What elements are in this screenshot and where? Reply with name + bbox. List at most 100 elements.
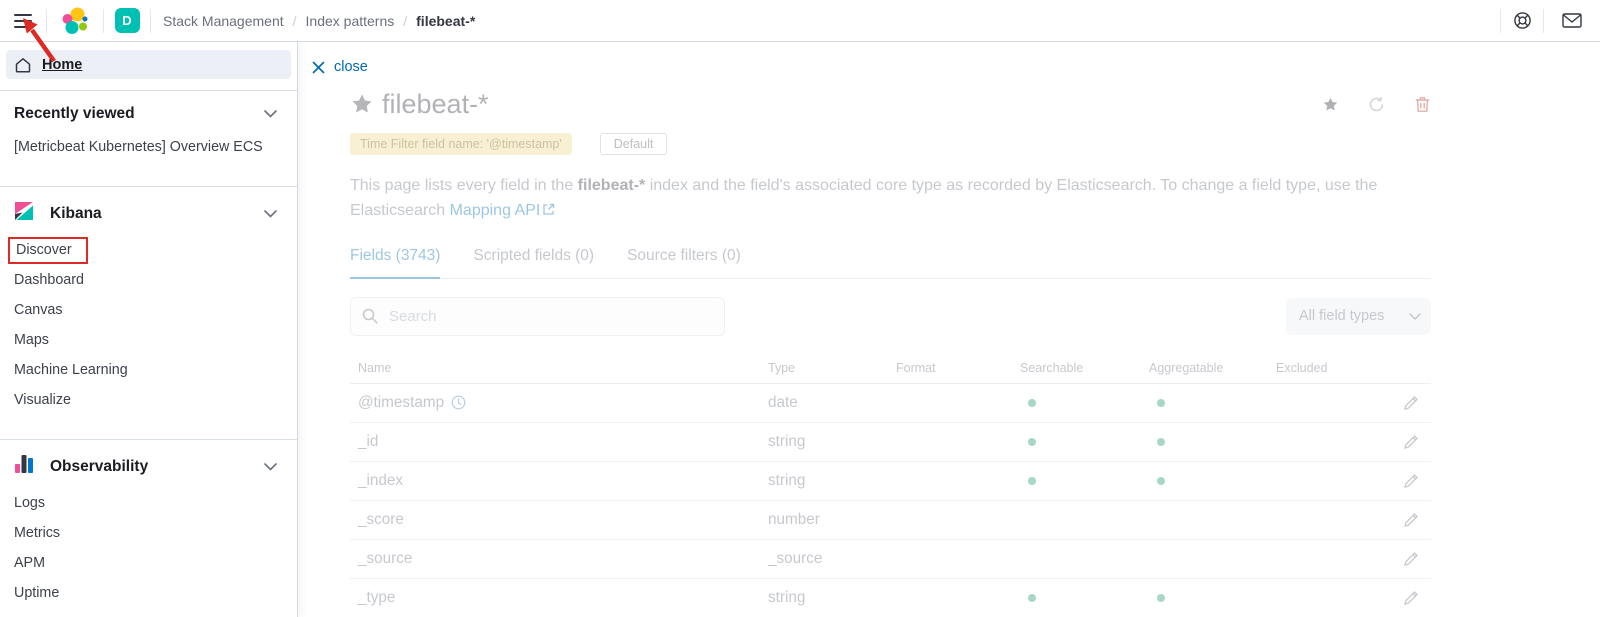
table-row: _source_source	[350, 540, 1431, 579]
field-name: _type	[350, 589, 760, 607]
envelope-icon	[1562, 13, 1582, 28]
field-type: string	[760, 472, 888, 490]
observability-logo	[14, 454, 34, 474]
edit-icon	[1403, 512, 1419, 528]
enabled-dot-icon	[1028, 399, 1036, 407]
table-row: _idstring	[350, 423, 1431, 462]
newsfeed-button[interactable]	[1544, 0, 1600, 41]
edit-icon	[1403, 473, 1419, 489]
edit-field-button[interactable]	[1402, 433, 1419, 450]
sidebar-item-maps[interactable]: Maps	[14, 325, 277, 355]
close-label: close	[334, 59, 368, 75]
sidebar-item-dashboard[interactable]: Dashboard	[14, 265, 277, 295]
set-default-button[interactable]	[1322, 96, 1339, 113]
sidebar-item-metricbeat-kubernetes-overview-ecs[interactable]: [Metricbeat Kubernetes] Overview ECS	[14, 132, 277, 162]
external-link-icon	[542, 203, 555, 216]
sidebar-item-visualize[interactable]: Visualize	[14, 385, 277, 415]
breadcrumb-item[interactable]: Index patterns	[306, 13, 395, 29]
column-header-aggregatable: Aggregatable	[1141, 361, 1268, 375]
sidebar-item-home[interactable]: Home	[6, 50, 291, 79]
sidebar-section: Recently viewed [Metricbeat Kubernetes] …	[0, 91, 297, 175]
delete-pattern-button[interactable]	[1414, 96, 1431, 113]
sidebar-section-title: Kibana	[50, 205, 248, 223]
table-row: _typestring	[350, 579, 1431, 617]
menu-toggle-button[interactable]	[0, 0, 46, 41]
tab-scripted[interactable]: Scripted fields (0)	[473, 247, 594, 278]
column-header-excluded: Excluded	[1268, 361, 1368, 375]
navigation-flyout: Home Recently viewed [Metricbeat Kuberne…	[0, 42, 298, 617]
searchable-indicator	[1012, 594, 1141, 602]
field-type: string	[760, 589, 888, 607]
tab-fields[interactable]: Fields (3743)	[350, 247, 440, 279]
close-button[interactable]: close	[312, 59, 368, 75]
sidebar-item-canvas[interactable]: Canvas	[14, 295, 277, 325]
chevron-down-icon[interactable]	[264, 110, 277, 118]
sidebar-item-machine-learning[interactable]: Machine Learning	[14, 355, 277, 385]
edit-field-button[interactable]	[1402, 550, 1419, 567]
sidebar-item-apm[interactable]: APM	[14, 548, 277, 578]
searchable-indicator	[1012, 438, 1141, 446]
sidebar-item-label: Home	[42, 57, 82, 73]
enabled-dot-icon	[1028, 438, 1036, 446]
close-icon	[312, 61, 325, 74]
sidebar-section-title: Recently viewed	[14, 105, 248, 123]
field-name: _score	[350, 511, 760, 529]
sidebar-item-discover[interactable]: Discover	[14, 235, 277, 265]
time-field-icon	[451, 395, 466, 410]
aggregatable-indicator	[1141, 594, 1268, 602]
field-name: @timestamp	[350, 394, 760, 412]
elastic-logo[interactable]	[47, 6, 103, 36]
breadcrumb-separator: /	[403, 13, 407, 29]
field-name: _source	[350, 550, 760, 568]
field-type: date	[760, 394, 888, 412]
sidebar-section-heading[interactable]: Observability	[14, 454, 277, 479]
edit-field-button[interactable]	[1402, 589, 1419, 606]
enabled-dot-icon	[1157, 399, 1165, 407]
fields-table: NameTypeFormatSearchableAggregatableExcl…	[350, 353, 1431, 617]
field-type: string	[760, 433, 888, 451]
default-badge: Default	[600, 133, 668, 155]
aggregatable-indicator	[1141, 399, 1268, 407]
index-pattern-panel: filebeat-* Time Filter field name: '@tim…	[350, 89, 1431, 617]
field-type-filter-value: All field types	[1299, 308, 1384, 324]
sidebar-item-logs[interactable]: Logs	[14, 488, 277, 518]
sidebar-section: Kibana DiscoverDashboardCanvasMapsMachin…	[0, 187, 297, 428]
trash-icon	[1415, 96, 1430, 113]
sidebar-section-heading[interactable]: Recently viewed	[14, 105, 277, 123]
breadcrumb: Stack Management / Index patterns / filebeat…	[151, 13, 1500, 29]
searchable-indicator	[1012, 477, 1141, 485]
field-name: _index	[350, 472, 760, 490]
field-name: _id	[350, 433, 760, 451]
tab-source[interactable]: Source filters (0)	[627, 247, 741, 278]
chevron-down-icon	[1409, 313, 1421, 320]
refresh-fields-button[interactable]	[1368, 96, 1385, 113]
breadcrumb-item[interactable]: Stack Management	[163, 13, 284, 29]
edit-field-button[interactable]	[1402, 511, 1419, 528]
edit-field-button[interactable]	[1402, 394, 1419, 411]
edit-icon	[1403, 434, 1419, 450]
edit-icon	[1403, 590, 1419, 606]
chevron-down-icon[interactable]	[264, 210, 277, 218]
hamburger-icon	[14, 13, 32, 29]
kibana-logo	[14, 201, 34, 221]
sidebar-section-heading[interactable]: Kibana	[14, 201, 277, 226]
field-type-filter[interactable]: All field types	[1286, 298, 1431, 335]
sidebar-item-uptime[interactable]: Uptime	[14, 578, 277, 608]
chevron-down-icon[interactable]	[264, 463, 277, 471]
edit-field-button[interactable]	[1402, 472, 1419, 489]
breadcrumb-item: filebeat-*	[416, 13, 475, 29]
aggregatable-indicator	[1141, 438, 1268, 446]
help-button[interactable]	[1501, 0, 1543, 41]
table-row: @timestampdate	[350, 384, 1431, 423]
time-filter-badge: Time Filter field name: '@timestamp'	[350, 133, 572, 155]
enabled-dot-icon	[1028, 594, 1036, 602]
column-header-format: Format	[888, 361, 1012, 375]
tab-bar: Fields (3743) Scripted fields (0) Source f…	[350, 247, 1431, 279]
mapping-api-link[interactable]: Mapping API	[450, 202, 541, 219]
field-search	[350, 297, 725, 336]
space-avatar[interactable]: D	[115, 8, 140, 33]
sidebar-item-metrics[interactable]: Metrics	[14, 518, 277, 548]
enabled-dot-icon	[1157, 438, 1165, 446]
breadcrumb-separator: /	[293, 13, 297, 29]
search-input[interactable]	[350, 297, 725, 336]
